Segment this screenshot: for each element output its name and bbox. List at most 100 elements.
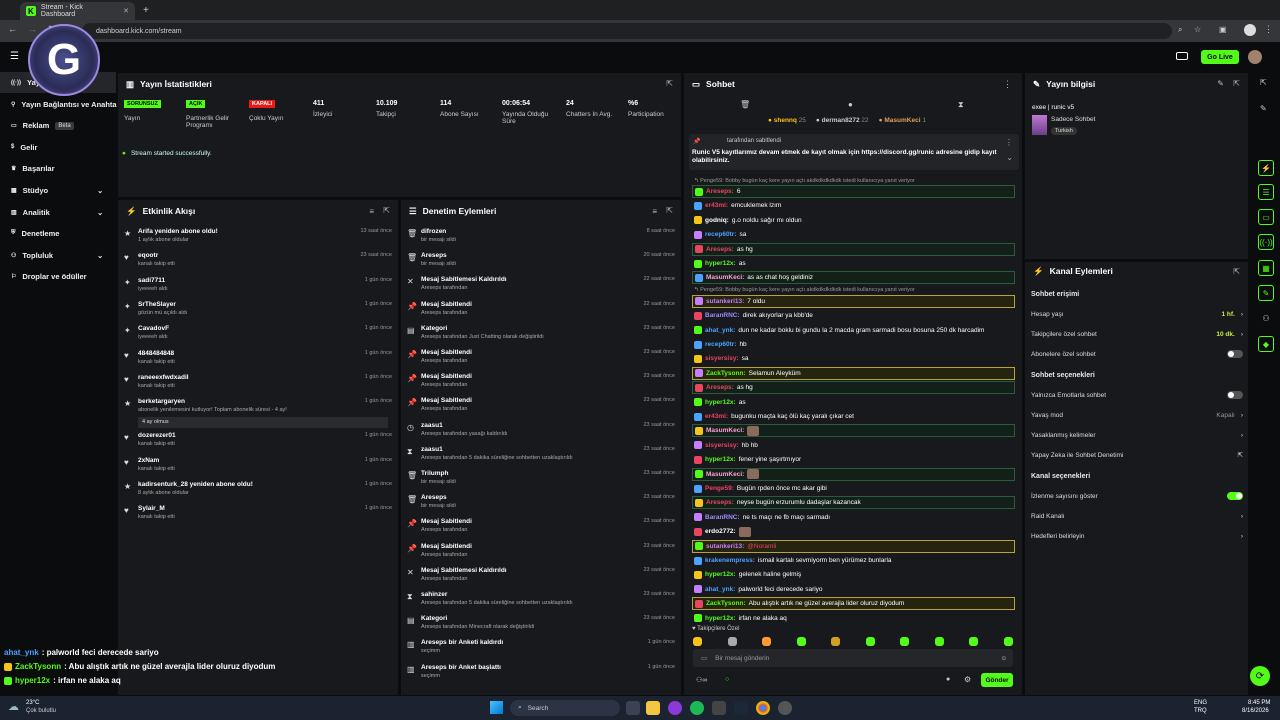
channel-setting-row[interactable]: Hedefleri belirleyin › — [1031, 527, 1243, 545]
channel-setting-row[interactable]: Raid Kanalı › — [1031, 507, 1243, 525]
chat-username[interactable]: BaranRNC: — [705, 312, 740, 319]
chat-message[interactable]: erdo2772: — [692, 525, 1015, 538]
rail-popout-icon[interactable]: ⇱ — [1260, 78, 1267, 87]
chat-username[interactable]: Penge59: — [705, 485, 734, 492]
app-icon[interactable] — [668, 701, 682, 715]
chat-message[interactable]: er43mi: bugunku maçta kaç ölü kaç yaralı … — [692, 410, 1015, 423]
edit-icon[interactable]: ✎ — [1217, 79, 1224, 88]
chat-message[interactable]: hyper12x: fener yine şaşırtmıyor — [692, 453, 1015, 466]
user-avatar[interactable] — [1248, 50, 1262, 64]
chat-username[interactable]: krakenempress: — [705, 557, 755, 564]
profile-avatar[interactable] — [1244, 24, 1256, 36]
channel-setting-row[interactable]: Yapay Zeka ile Sohbet Denetimi ⇱ — [1031, 446, 1243, 464]
chat-message[interactable]: Areseps: as hg — [692, 242, 1015, 256]
emote-icon[interactable] — [831, 637, 841, 646]
chat-username[interactable]: sisyersisy: — [705, 355, 739, 362]
wrench-icon[interactable]: ✎ — [1258, 285, 1274, 301]
chat-message[interactable]: BaranRNC: ne ts maçı ne fb maçı sarmadı — [692, 511, 1015, 524]
top-chatter[interactable]: ● derman8272 22 — [816, 117, 869, 124]
chat-username[interactable]: recep60tr: — [705, 231, 736, 238]
emote-icon[interactable] — [693, 637, 702, 646]
keyboard-layout[interactable]: TRQ — [1194, 708, 1207, 714]
emoji-picker-icon[interactable]: ☺ — [1000, 655, 1007, 662]
chat-message[interactable]: ↰ Penge59: Bobby bugün kaç kere yayın aç… — [692, 176, 1015, 185]
calendar-icon[interactable]: ▦ — [1258, 260, 1274, 276]
users-icon[interactable]: ⚇ — [1258, 310, 1274, 326]
close-tab-icon[interactable]: ✕ — [123, 7, 129, 15]
setting-toggle[interactable] — [1227, 350, 1243, 358]
floating-action-button[interactable]: ⟳ — [1250, 666, 1270, 686]
setting-toggle[interactable] — [1227, 492, 1243, 500]
emote-icon[interactable] — [727, 637, 737, 646]
popout-icon[interactable]: ⇱ — [666, 206, 673, 215]
steam-icon[interactable] — [734, 701, 748, 715]
diamond-icon[interactable]: ◆ — [1258, 336, 1274, 352]
chat-username[interactable]: hyper12x: — [705, 456, 736, 463]
chat-message[interactable]: Penge59: Bugün rpden önce mc akar gibi — [692, 482, 1015, 495]
chat-message[interactable]: hyper12x: as — [692, 396, 1015, 409]
start-button-icon[interactable] — [490, 701, 503, 714]
send-button[interactable]: Gönder — [981, 673, 1013, 687]
emote-icon[interactable] — [1003, 637, 1013, 646]
chat-message[interactable]: ZackTysonn: Abu alıştık artık ne güzel av… — [692, 597, 1015, 611]
chat-username[interactable]: Areseps: — [706, 499, 734, 506]
setting-toggle[interactable] — [1227, 391, 1243, 399]
chat-message[interactable]: sisyersisy: sa — [692, 352, 1015, 365]
emote-icon[interactable] — [762, 637, 772, 646]
emote-icon[interactable] — [969, 637, 979, 646]
chat-icon[interactable]: ▭ — [1258, 209, 1274, 225]
chat-username[interactable]: ahat_ynk: — [705, 586, 735, 593]
taskbar-search[interactable]: ⌕ Search — [510, 700, 620, 716]
chat-username[interactable]: ahat_ynk: — [705, 327, 735, 334]
chat-bubble-tool-icon[interactable]: ● — [848, 100, 853, 109]
sidebar-item-4[interactable]: ♛ Başarılar — [0, 158, 116, 179]
new-tab-icon[interactable]: + — [143, 5, 149, 16]
channel-setting-row[interactable]: Takipçilere özel sohbet 10 dk. › — [1031, 325, 1243, 343]
chat-username[interactable]: sutankeri13: — [706, 298, 744, 305]
clock-date[interactable]: 8/16/2026 — [1242, 708, 1269, 714]
go-live-button[interactable]: Go Live — [1201, 50, 1239, 64]
sidebar-item-7[interactable]: ⛨ Denetleme — [0, 223, 116, 244]
emote-icon[interactable] — [865, 637, 875, 646]
chat-username[interactable]: MasumKeci: — [706, 471, 744, 478]
sidebar-item-6[interactable]: ▥ Analitik ⌄ — [0, 202, 116, 223]
chat-username[interactable]: BaranRNC: — [705, 514, 740, 521]
obs-icon[interactable] — [778, 701, 792, 715]
popout-icon[interactable]: ⇱ — [1233, 267, 1240, 276]
browser-menu-icon[interactable]: ⋮ — [1264, 24, 1273, 35]
spotify-icon[interactable] — [690, 701, 704, 715]
sidebar-item-1[interactable]: ⚲ Yayın Bağlantısı ve Anahtarı — [0, 94, 122, 115]
chat-message[interactable]: recep60tr: sa — [692, 228, 1015, 241]
chat-username[interactable]: hyper12x: — [705, 571, 736, 578]
filter-icon[interactable]: ≡ — [652, 207, 657, 216]
chat-username[interactable]: hyper12x: — [705, 260, 736, 267]
chat-username[interactable]: recep60tr: — [705, 341, 736, 348]
timer-tool-icon[interactable]: ⧗ — [958, 100, 964, 110]
emote-icon[interactable] — [934, 637, 944, 646]
sidebar-item-8[interactable]: ⚇ Topluluk ⌄ — [0, 245, 116, 266]
filter-icon[interactable]: ≡ — [369, 207, 374, 216]
chat-message[interactable]: hyper12x: as — [692, 257, 1015, 270]
sidebar-item-9[interactable]: ⚐ Droplar ve ödüller — [0, 266, 116, 287]
browser-tab[interactable]: K Stream - Kick Dashboard ✕ — [20, 2, 135, 20]
chat-username[interactable]: ZackTysonn: — [706, 370, 746, 377]
chat-username[interactable]: Areseps: — [706, 384, 734, 391]
back-icon[interactable]: ← — [8, 24, 17, 34]
chat-message[interactable]: MasumKeci: as as chat hoş geldiniz — [692, 271, 1015, 285]
channel-setting-row[interactable]: Hesap yaşı 1 hf. › — [1031, 305, 1243, 323]
chat-username[interactable]: sutankeri13: — [706, 543, 744, 550]
chat-message[interactable]: sisyersisy: hb hb — [692, 439, 1015, 452]
chat-message[interactable]: Areseps: neyse bugün erzurumlu dadaşlar k… — [692, 496, 1015, 510]
channel-setting-row[interactable]: Yalnızca Emotlarla sohbet — [1031, 386, 1243, 404]
terminal-icon[interactable] — [712, 701, 726, 715]
chat-username[interactable]: er43mi: — [705, 202, 728, 209]
zoom-icon[interactable]: ⌕ — [1178, 25, 1182, 35]
bookmark-star-icon[interactable]: ☆ — [1194, 25, 1201, 34]
sidebar-item-5[interactable]: ▦ Stüdyo ⌄ — [0, 180, 116, 201]
chat-message[interactable]: godniq: g.o noldu sağır mı oldun — [692, 214, 1015, 227]
chat-username[interactable]: hyper12x: — [705, 399, 736, 406]
top-chatter[interactable]: ● shennq 25 — [768, 117, 806, 124]
popout-icon[interactable]: ⇱ — [383, 206, 390, 215]
list-icon[interactable]: ☰ — [1258, 184, 1274, 200]
emote-icon[interactable] — [900, 637, 910, 646]
